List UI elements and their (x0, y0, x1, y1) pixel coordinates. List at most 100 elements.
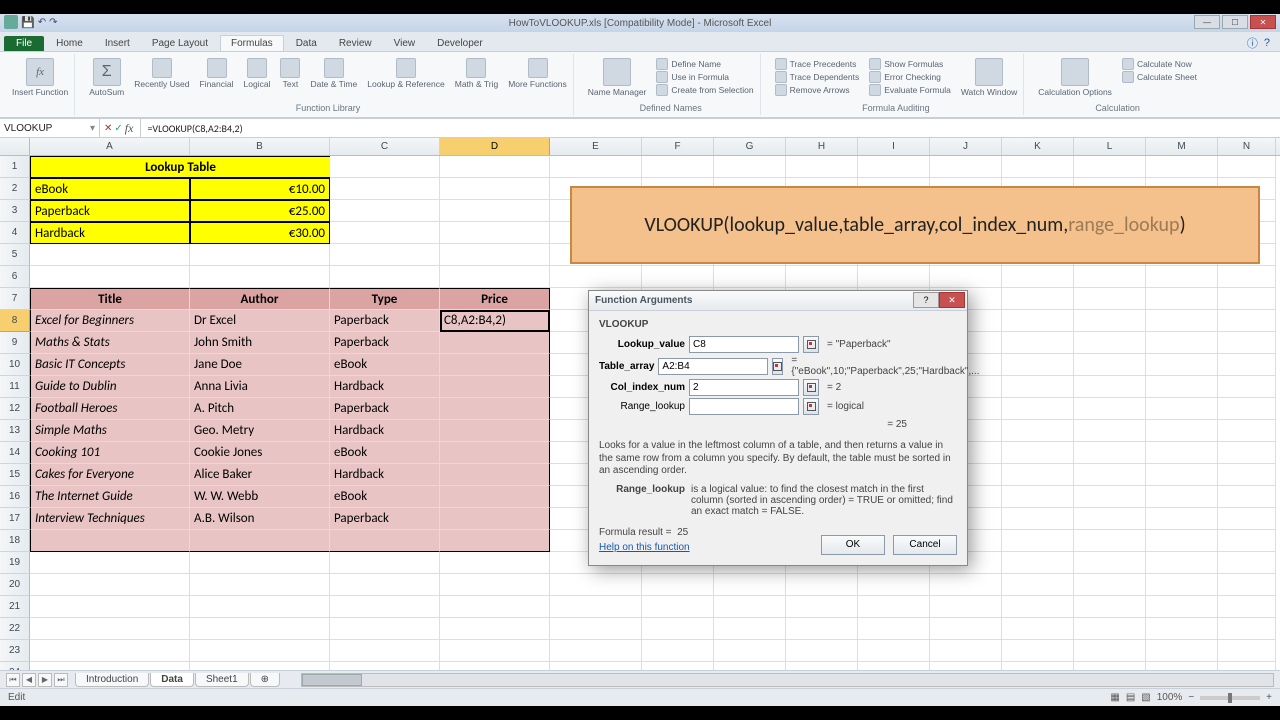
cell-A15[interactable]: Cakes for Everyone (30, 464, 190, 486)
cell-N1[interactable] (1218, 156, 1276, 178)
cell-D8[interactable]: C8,A2:B4,2) (440, 310, 550, 332)
maximize-button[interactable]: ☐ (1222, 15, 1248, 29)
evaluate-formula-button[interactable]: Evaluate Formula (869, 84, 951, 96)
cell-A18[interactable] (30, 530, 190, 552)
cell-N16[interactable] (1218, 486, 1276, 508)
cell-A1[interactable]: Lookup Table (30, 156, 330, 178)
cell-J21[interactable] (930, 596, 1002, 618)
row-header-12[interactable]: 12 (0, 398, 30, 420)
cell-L6[interactable] (1074, 266, 1146, 288)
cell-D20[interactable] (440, 574, 550, 596)
cell-N22[interactable] (1218, 618, 1276, 640)
cell-D9[interactable] (440, 332, 550, 354)
cell-J20[interactable] (930, 574, 1002, 596)
cell-M8[interactable] (1146, 310, 1218, 332)
cell-C5[interactable] (330, 244, 440, 266)
cell-M18[interactable] (1146, 530, 1218, 552)
tab-insert[interactable]: Insert (95, 36, 140, 51)
dialog-help-button[interactable]: ? (913, 292, 939, 308)
column-header-M[interactable]: M (1146, 138, 1218, 155)
cell-D18[interactable] (440, 530, 550, 552)
row-header-6[interactable]: 6 (0, 266, 30, 288)
cell-D23[interactable] (440, 640, 550, 662)
cell-L9[interactable] (1074, 332, 1146, 354)
cell-A14[interactable]: Cooking 101 (30, 442, 190, 464)
cell-C10[interactable]: eBook (330, 354, 440, 376)
sheet-nav-last-icon[interactable]: ⏭ (54, 673, 68, 687)
tab-review[interactable]: Review (329, 36, 382, 51)
autosum-button[interactable]: ΣAutoSum (89, 58, 124, 97)
column-header-F[interactable]: F (642, 138, 714, 155)
cell-B13[interactable]: Geo. Metry (190, 420, 330, 442)
cell-E6[interactable] (550, 266, 642, 288)
remove-arrows-button[interactable]: Remove Arrows (775, 84, 860, 96)
cell-C6[interactable] (330, 266, 440, 288)
cell-N12[interactable] (1218, 398, 1276, 420)
row-header-19[interactable]: 19 (0, 552, 30, 574)
cancel-button[interactable]: Cancel (893, 535, 957, 555)
ok-button[interactable]: OK (821, 535, 885, 555)
cell-B20[interactable] (190, 574, 330, 596)
trace-dependents-button[interactable]: Trace Dependents (775, 71, 860, 83)
cell-A9[interactable]: Maths & Stats (30, 332, 190, 354)
cell-I23[interactable] (858, 640, 930, 662)
cell-M20[interactable] (1146, 574, 1218, 596)
cell-C15[interactable]: Hardback (330, 464, 440, 486)
cell-A7[interactable]: Title (30, 288, 190, 310)
cell-D3[interactable] (440, 200, 550, 222)
cell-C16[interactable]: eBook (330, 486, 440, 508)
cell-N10[interactable] (1218, 354, 1276, 376)
column-header-B[interactable]: B (190, 138, 330, 155)
cell-K19[interactable] (1002, 552, 1074, 574)
column-header-N[interactable]: N (1218, 138, 1276, 155)
cell-B2[interactable]: €10.00 (190, 178, 330, 200)
sheet-tab-introduction[interactable]: Introduction (75, 673, 149, 687)
cell-M9[interactable] (1146, 332, 1218, 354)
cell-L12[interactable] (1074, 398, 1146, 420)
cell-L20[interactable] (1074, 574, 1146, 596)
view-page-break-icon[interactable]: ▧ (1141, 692, 1150, 703)
row-header-21[interactable]: 21 (0, 596, 30, 618)
row-header-9[interactable]: 9 (0, 332, 30, 354)
cell-L17[interactable] (1074, 508, 1146, 530)
cell-K17[interactable] (1002, 508, 1074, 530)
cell-L22[interactable] (1074, 618, 1146, 640)
row-header-17[interactable]: 17 (0, 508, 30, 530)
zoom-out-icon[interactable]: − (1188, 692, 1194, 703)
name-manager-button[interactable]: Name Manager (588, 58, 647, 97)
sheet-tab-sheet1[interactable]: Sheet1 (195, 673, 249, 687)
cell-B15[interactable]: Alice Baker (190, 464, 330, 486)
calculate-now-button[interactable]: Calculate Now (1122, 58, 1197, 70)
arg-input-range_lookup[interactable] (689, 398, 799, 415)
cell-I6[interactable] (858, 266, 930, 288)
row-header-11[interactable]: 11 (0, 376, 30, 398)
cell-A10[interactable]: Basic IT Concepts (30, 354, 190, 376)
cell-E22[interactable] (550, 618, 642, 640)
cell-K23[interactable] (1002, 640, 1074, 662)
cell-A20[interactable] (30, 574, 190, 596)
cell-C20[interactable] (330, 574, 440, 596)
cell-I21[interactable] (858, 596, 930, 618)
cell-G21[interactable] (714, 596, 786, 618)
file-tab[interactable]: File (4, 36, 44, 51)
tab-home[interactable]: Home (46, 36, 93, 51)
column-header-G[interactable]: G (714, 138, 786, 155)
cell-K18[interactable] (1002, 530, 1074, 552)
cell-L21[interactable] (1074, 596, 1146, 618)
cell-A13[interactable]: Simple Maths (30, 420, 190, 442)
cell-G23[interactable] (714, 640, 786, 662)
column-header-A[interactable]: A (30, 138, 190, 155)
row-header-20[interactable]: 20 (0, 574, 30, 596)
cell-H6[interactable] (786, 266, 858, 288)
column-header-J[interactable]: J (930, 138, 1002, 155)
cell-B18[interactable] (190, 530, 330, 552)
cell-K8[interactable] (1002, 310, 1074, 332)
cell-B9[interactable]: John Smith (190, 332, 330, 354)
cell-N7[interactable] (1218, 288, 1276, 310)
cell-M15[interactable] (1146, 464, 1218, 486)
horizontal-scrollbar[interactable] (301, 673, 1274, 687)
cell-C13[interactable]: Hardback (330, 420, 440, 442)
cell-C8[interactable]: Paperback (330, 310, 440, 332)
error-checking-button[interactable]: Error Checking (869, 71, 951, 83)
cell-J22[interactable] (930, 618, 1002, 640)
